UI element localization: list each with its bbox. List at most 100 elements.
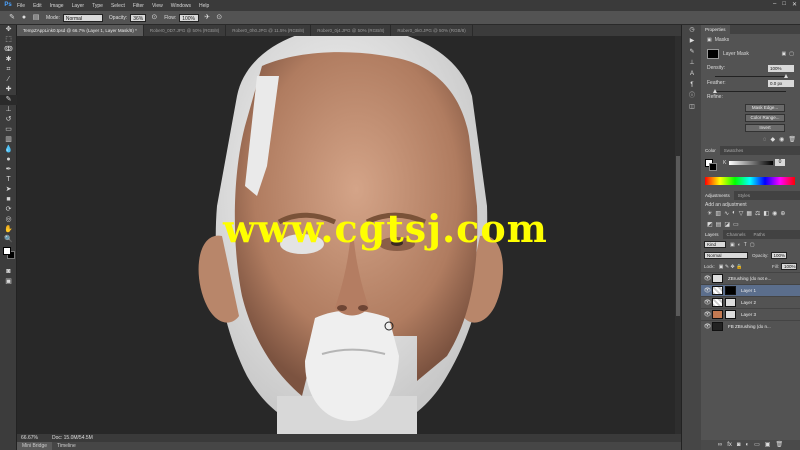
pressure-size-icon[interactable]: ⊙ <box>215 14 223 22</box>
marquee-tool-icon[interactable]: ⬚ <box>0 35 17 45</box>
zoom-tool-icon[interactable]: 🔍 <box>0 235 17 245</box>
eyedropper-tool-icon[interactable]: ⁄ <box>0 75 17 85</box>
tab-properties[interactable]: Properties <box>701 25 730 34</box>
menu-filter[interactable]: Filter <box>133 3 144 9</box>
lasso-tool-icon[interactable]: ↂ <box>0 45 17 55</box>
threshold-icon[interactable]: ◪ <box>724 221 730 229</box>
info-icon[interactable]: ⓘ <box>682 91 702 102</box>
tab-document[interactable]: Rober0_0D7.JPG @ 50% (RGB/8) <box>144 25 227 36</box>
type-tool-icon[interactable]: T <box>0 175 17 185</box>
foreground-color-swatch[interactable] <box>3 247 11 255</box>
scrollbar-thumb[interactable] <box>676 156 680 316</box>
new-adjustment-icon[interactable]: ◐ <box>745 440 749 450</box>
menu-layer[interactable]: Layer <box>72 3 85 9</box>
black-white-icon[interactable]: ◧ <box>763 210 769 218</box>
layer-name[interactable]: Layer 1 <box>741 288 756 293</box>
airbrush-icon[interactable]: ✈ <box>203 14 211 22</box>
healing-brush-tool-icon[interactable]: ✚ <box>0 85 17 95</box>
layer-name[interactable]: ZBrushing (do not e... <box>728 276 771 281</box>
vector-mask-button-icon[interactable]: ▢ <box>789 51 794 57</box>
3d-camera-tool-icon[interactable]: ◎ <box>0 215 17 225</box>
feather-slider-knob[interactable] <box>713 89 717 93</box>
exposure-icon[interactable]: ◐ <box>732 210 736 218</box>
photo-filter-icon[interactable]: ◉ <box>772 210 777 218</box>
layer-opacity-field[interactable]: 100% <box>770 252 787 259</box>
visibility-eye-icon[interactable]: 👁 <box>703 287 712 294</box>
layer-row[interactable]: 👁 Layer 2 <box>701 296 800 308</box>
mode-select[interactable]: Normal <box>62 13 103 22</box>
flow-field[interactable]: 100% <box>179 13 200 22</box>
disable-mask-icon[interactable]: ◉ <box>779 134 784 146</box>
layer-name[interactable]: Layer 3 <box>741 312 756 317</box>
curves-icon[interactable]: ∿ <box>724 210 729 218</box>
feather-slider[interactable] <box>713 89 786 93</box>
tab-document[interactable]: Rober0_0k0.JPG @ 50% (RGB/8) <box>391 25 473 36</box>
visibility-eye-icon[interactable]: 👁 <box>703 299 712 306</box>
new-layer-icon[interactable]: ▣ <box>765 440 771 450</box>
zoom-level[interactable]: 66.67% <box>21 435 38 441</box>
filter-shape-icon[interactable]: ▢ <box>750 242 755 248</box>
paragraph-icon[interactable]: ¶ <box>682 80 702 91</box>
channel-mixer-icon[interactable]: ⊕ <box>780 210 785 218</box>
add-mask-icon[interactable]: ◙ <box>737 440 741 450</box>
tab-swatches[interactable]: Swatches <box>720 146 748 155</box>
layer-row[interactable]: 👁 ZBrushing (do not e... <box>701 272 800 284</box>
gradient-map-icon[interactable]: ▭ <box>733 221 739 229</box>
menu-select[interactable]: Select <box>111 3 125 9</box>
feather-field[interactable]: 0.0 px <box>768 79 794 87</box>
tab-layers[interactable]: Layers <box>701 230 723 239</box>
history-brush-tool-icon[interactable]: ↺ <box>0 115 17 125</box>
layer-row[interactable]: 👁 Layer 3 <box>701 308 800 320</box>
maximize-button[interactable]: □ <box>782 1 786 8</box>
layer-row-selected[interactable]: 👁 Layer 1 <box>701 284 800 296</box>
menu-type[interactable]: Type <box>92 3 103 9</box>
layer-mask-thumbnail[interactable] <box>725 298 736 307</box>
dodge-tool-icon[interactable]: ● <box>0 155 17 165</box>
filter-pixel-icon[interactable]: ▣ <box>730 242 735 248</box>
crop-tool-icon[interactable]: ⌗ <box>0 65 17 75</box>
posterize-icon[interactable]: ▤ <box>716 221 722 229</box>
close-button[interactable]: ✕ <box>792 1 797 8</box>
layer-name[interactable]: FB ZBrushing (do n... <box>728 324 771 329</box>
layer-mask-thumbnail[interactable] <box>725 286 736 295</box>
apply-mask-icon[interactable]: ◆ <box>771 134 776 146</box>
menu-windows[interactable]: Windows <box>171 3 191 9</box>
brush-tool-icon[interactable]: ✎ <box>8 14 16 22</box>
tab-document[interactable]: Rober0_0j4.JPG @ 50% (RGB/8) <box>311 25 392 36</box>
menu-edit[interactable]: Edit <box>33 3 42 9</box>
tab-channels[interactable]: Channels <box>723 230 750 239</box>
move-tool-icon[interactable]: ✥ <box>0 25 17 35</box>
actions-icon[interactable]: ▶ <box>682 36 702 47</box>
invert-button[interactable]: Invert <box>745 124 785 132</box>
invert-adjust-icon[interactable]: ◩ <box>707 221 713 229</box>
shape-tool-icon[interactable]: ■ <box>0 195 17 205</box>
navigator-icon[interactable]: ◫ <box>682 102 702 113</box>
filter-adjust-icon[interactable]: ◐ <box>738 242 741 248</box>
fill-field[interactable]: 100% <box>781 263 797 270</box>
blur-tool-icon[interactable]: 💧 <box>0 145 17 155</box>
brush-presets-icon[interactable]: ✎ <box>682 47 702 58</box>
menu-view[interactable]: View <box>152 3 163 9</box>
load-selection-icon[interactable]: ◌ <box>763 134 767 146</box>
filter-type-icon[interactable]: T <box>744 242 747 248</box>
lock-icons[interactable]: ▣ ✎ ✥ 🔒 <box>719 264 743 270</box>
visibility-eye-icon[interactable]: 👁 <box>703 323 712 330</box>
visibility-eye-icon[interactable]: 👁 <box>703 311 712 318</box>
minimize-button[interactable]: – <box>773 1 776 8</box>
color-balance-icon[interactable]: ⚖ <box>755 210 760 218</box>
brush-panel-icon[interactable]: ▤ <box>32 14 40 22</box>
pixel-mask-button-icon[interactable]: ▣ <box>782 51 787 57</box>
color-bg-swatch[interactable] <box>709 163 717 171</box>
k-value[interactable]: 0 <box>775 159 785 166</box>
brightness-icon[interactable]: ☀ <box>707 210 712 218</box>
screen-mode-icon[interactable]: ▣ <box>0 277 17 287</box>
new-group-icon[interactable]: ▭ <box>754 440 760 450</box>
quick-mask-icon[interactable]: ◙ <box>0 267 17 277</box>
levels-icon[interactable]: ▥ <box>715 210 721 218</box>
clone-source-icon[interactable]: ⊥ <box>682 58 702 69</box>
tab-adjustments[interactable]: Adjustments <box>701 191 734 200</box>
tab-color[interactable]: Color <box>701 146 720 155</box>
tab-document-active[interactable]: TempZAppLink0.tpsd @ 66.7% (Layer 1, Lay… <box>17 25 144 36</box>
tab-paths[interactable]: Paths <box>750 230 770 239</box>
menu-help[interactable]: Help <box>199 3 209 9</box>
